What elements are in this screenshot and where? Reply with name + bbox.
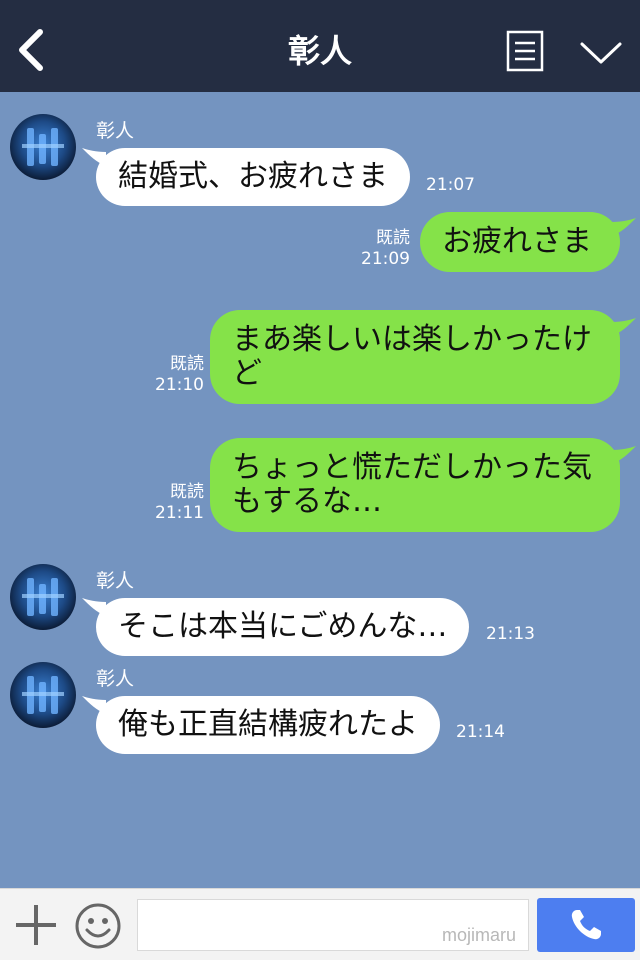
message-bubble-outgoing[interactable]: ちょっと慌ただしかった気 もするな…: [210, 438, 620, 532]
plus-icon[interactable]: [14, 903, 58, 947]
chat-title: 彰人: [287, 32, 352, 70]
input-bar: mojimaru: [0, 888, 640, 960]
sender-name: 彰人: [96, 570, 135, 592]
message-time: 21:14: [456, 722, 505, 742]
read-receipt: 既読 21:09: [361, 228, 410, 269]
read-receipt: 既読 21:10: [155, 354, 204, 395]
sender-name: 彰人: [96, 668, 135, 690]
sender-name: 彰人: [96, 120, 135, 142]
avatar[interactable]: [10, 564, 76, 630]
message-bubble-outgoing[interactable]: お疲れさま: [420, 212, 620, 272]
message-bubble-outgoing[interactable]: まあ楽しいは楽しかったけど: [210, 310, 620, 404]
chevron-down-icon[interactable]: [578, 34, 624, 70]
message-bubble-incoming[interactable]: 結婚式、お疲れさま: [96, 148, 410, 206]
phone-icon: [571, 910, 601, 940]
watermark: mojimaru: [441, 925, 516, 945]
note-icon[interactable]: [506, 30, 544, 72]
read-receipt: 既読 21:11: [155, 482, 204, 523]
message-list[interactable]: 彰人 結婚式、お疲れさま 21:07 既読 21:09 お疲れさま 既読 21:10…: [0, 92, 640, 888]
message-time: 21:13: [486, 624, 535, 644]
chat-header: 彰人: [0, 0, 640, 92]
message-time: 21:07: [426, 175, 475, 195]
avatar[interactable]: [10, 114, 76, 180]
message-bubble-incoming[interactable]: そこは本当にごめんな…: [96, 598, 470, 656]
message-input[interactable]: mojimaru: [137, 899, 529, 951]
message-bubble-incoming[interactable]: 俺も正直結構疲れたよ: [96, 696, 440, 754]
call-button[interactable]: [537, 898, 635, 952]
smiley-icon[interactable]: [74, 902, 122, 950]
avatar[interactable]: [10, 662, 76, 728]
